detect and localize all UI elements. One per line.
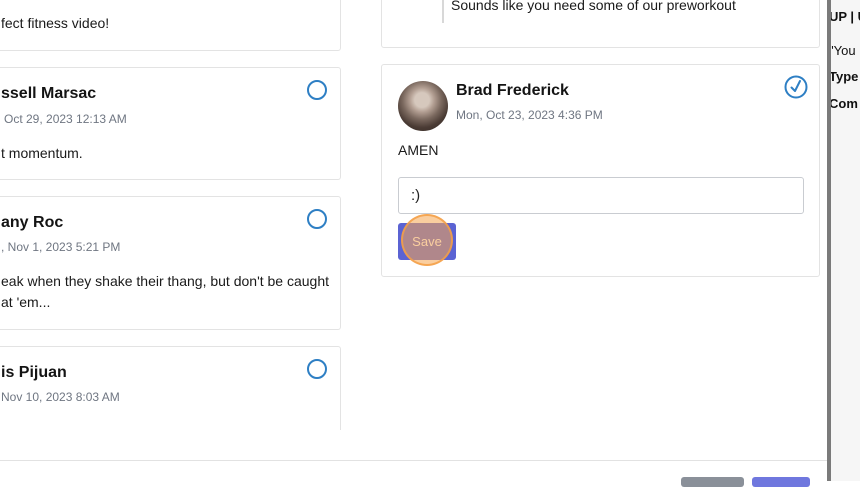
- select-comment-radio[interactable]: [307, 209, 327, 229]
- side-panel-header: UP | U: [829, 9, 860, 24]
- side-panel-comment-label: Com: [829, 96, 858, 111]
- existing-reply: Sounds like you need some of our prework…: [451, 0, 736, 13]
- comment-author: is Pijuan: [1, 364, 67, 381]
- avatar: [398, 81, 448, 131]
- reply-quote-line: [442, 0, 444, 23]
- side-panel-divider: [827, 0, 831, 481]
- side-panel: UP | U "You Type Com: [827, 0, 860, 481]
- comment-body-line: eak when they shake their thang, but don…: [1, 273, 330, 289]
- comment-author: any Roc: [1, 214, 64, 231]
- comment-body-line: at 'em...: [1, 294, 51, 310]
- comment-date: Mon, Oct 23, 2023 4:36 PM: [456, 108, 603, 122]
- comment-card: ssell Marsac Oct 29, 2023 12:13 AM t mom…: [0, 67, 341, 180]
- side-panel-quote: "You: [829, 43, 856, 58]
- confirm-button[interactable]: [752, 477, 810, 487]
- comment-body: AMEN: [398, 142, 439, 158]
- comment-body: t momentum.: [1, 145, 83, 161]
- selected-comment-card: Brad Frederick Mon, Oct 23, 2023 4:36 PM…: [381, 64, 820, 277]
- save-button[interactable]: Save: [398, 223, 456, 260]
- comment-date: Oct 29, 2023 12:13 AM: [4, 112, 127, 126]
- selected-check-icon[interactable]: [784, 75, 808, 99]
- select-comment-radio[interactable]: [307, 80, 327, 100]
- reply-input[interactable]: [398, 177, 804, 214]
- comment-author: ssell Marsac: [1, 85, 97, 102]
- comment-body: fect fitness video!: [1, 15, 110, 31]
- comment-card: any Roc , Nov 1, 2023 5:21 PM eak when t…: [0, 196, 341, 330]
- list-scroll-edge: [0, 430, 360, 460]
- comment-author: Brad Frederick: [456, 82, 569, 99]
- top-right-comment-card: Sounds like you need some of our prework…: [381, 0, 820, 48]
- side-panel-type-label: Type: [829, 69, 859, 84]
- cancel-button[interactable]: [681, 477, 744, 487]
- select-comment-radio[interactable]: [307, 359, 327, 379]
- comment-date: , Nov 1, 2023 5:21 PM: [1, 240, 121, 254]
- modal-footer-divider: [0, 460, 827, 461]
- top-left-comment-card: fect fitness video!: [0, 0, 341, 51]
- comment-date: Nov 10, 2023 8:03 AM: [1, 390, 120, 404]
